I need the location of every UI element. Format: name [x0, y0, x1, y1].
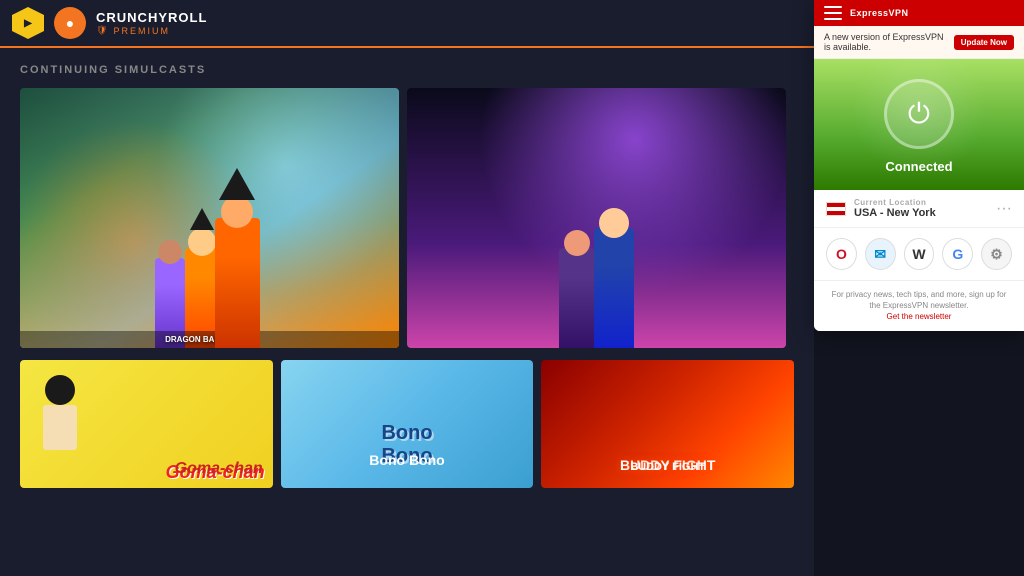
thumb-goma[interactable]: Goma-chan: [20, 360, 273, 488]
crunchyroll-icon: ●: [54, 7, 86, 39]
vpn-power-button[interactable]: ⏻: [884, 79, 954, 149]
newsletter-link[interactable]: Get the newsletter: [887, 312, 952, 321]
logo-area: ▶ ● CRUNCHYROLL 🛡 PREMIUM: [12, 7, 207, 39]
vpn-header: ExpressVPN: [814, 0, 1024, 26]
vpn-brand-logo: ExpressVPN: [850, 8, 909, 18]
boruto-bg: [407, 88, 786, 348]
content-area: CONTINUING SIMULCASTS DRAGON BALL SUPER …: [0, 48, 814, 576]
brand-name: CRUNCHYROLL: [96, 10, 207, 25]
dragonball-bg: DRAGON BALL SUPER: [20, 88, 399, 348]
vpn-status-label: Connected: [885, 159, 952, 174]
character-2: [215, 218, 260, 348]
shield-icon: 🛡: [96, 25, 109, 36]
vpn-update-button[interactable]: Update Now: [954, 35, 1014, 50]
simulcasts-grid: DRAGON BALL SUPER Dragon Ball Super SERI…: [0, 88, 814, 348]
vpn-newsletter: For privacy news, tech tips, and more, s…: [814, 281, 1024, 331]
boruto-character-group: [407, 178, 786, 348]
vpn-shortcuts: O ✉ W G ⚙: [814, 228, 1024, 281]
show-brand-label: DRAGON BALL SUPER: [20, 331, 399, 348]
thumb-buddyfight[interactable]: BUDDY FIGHT: [541, 360, 794, 488]
shortcut-google[interactable]: G: [942, 238, 973, 270]
menu-line-1: [824, 6, 842, 8]
location-info: Current Location USA - New York: [854, 198, 988, 219]
app-logo: ▶: [12, 7, 44, 39]
vpn-menu-button[interactable]: [824, 6, 842, 20]
vpn-footer: Current Location USA - New York ··· O ✉ …: [814, 190, 1024, 331]
vpn-location: Current Location USA - New York ···: [814, 190, 1024, 228]
shortcut-opera[interactable]: O: [826, 238, 857, 270]
brand-sub: 🛡 PREMIUM: [96, 25, 207, 36]
goma-bg: Goma-chan: [20, 360, 273, 488]
newsletter-text: For privacy news, tech tips, and more, s…: [832, 290, 1007, 310]
location-label: Current Location: [854, 198, 988, 207]
vpn-body: ⏻ Connected: [814, 59, 1024, 190]
vpn-overlay: ExpressVPN A new version of ExpressVPN i…: [814, 0, 1024, 331]
menu-line-2: [824, 12, 842, 14]
boruto-char-1: [594, 228, 634, 348]
power-icon: ⏻: [908, 98, 930, 131]
brand-text: CRUNCHYROLL 🛡 PREMIUM: [96, 10, 207, 36]
bonobono-title: BonoBono: [381, 422, 432, 468]
shortcut-wikipedia[interactable]: W: [904, 238, 935, 270]
buddyfight-title: BUDDY FIGHT: [620, 457, 715, 473]
bonobono-bg: BonoBono: [281, 360, 534, 488]
location-more-button[interactable]: ···: [996, 200, 1012, 218]
thumb-bonobono[interactable]: BonoBono: [281, 360, 534, 488]
us-flag-icon: [826, 202, 846, 216]
shortcut-email[interactable]: ✉: [865, 238, 896, 270]
character-group: [20, 178, 399, 348]
shortcut-settings[interactable]: ⚙: [981, 238, 1012, 270]
show-card-dragonball[interactable]: DRAGON BALL SUPER Dragon Ball Super SERI…: [20, 88, 399, 348]
section-title: CONTINUING SIMULCASTS: [0, 48, 814, 88]
show-card-boruto[interactable]: BORUTO: NEXT GEN... SERIES ⧉ SU...: [407, 88, 786, 348]
bottom-row: Goma-chan BonoBono BUDDY FIGHT: [0, 348, 814, 488]
location-name: USA - New York: [854, 207, 988, 219]
menu-line-3: [824, 18, 842, 20]
goma-title-text: Goma-chan: [166, 462, 265, 483]
goma-character: [35, 375, 85, 455]
buddyfight-bg: BUDDY FIGHT: [541, 360, 794, 488]
boruto-char-2: [559, 248, 594, 348]
